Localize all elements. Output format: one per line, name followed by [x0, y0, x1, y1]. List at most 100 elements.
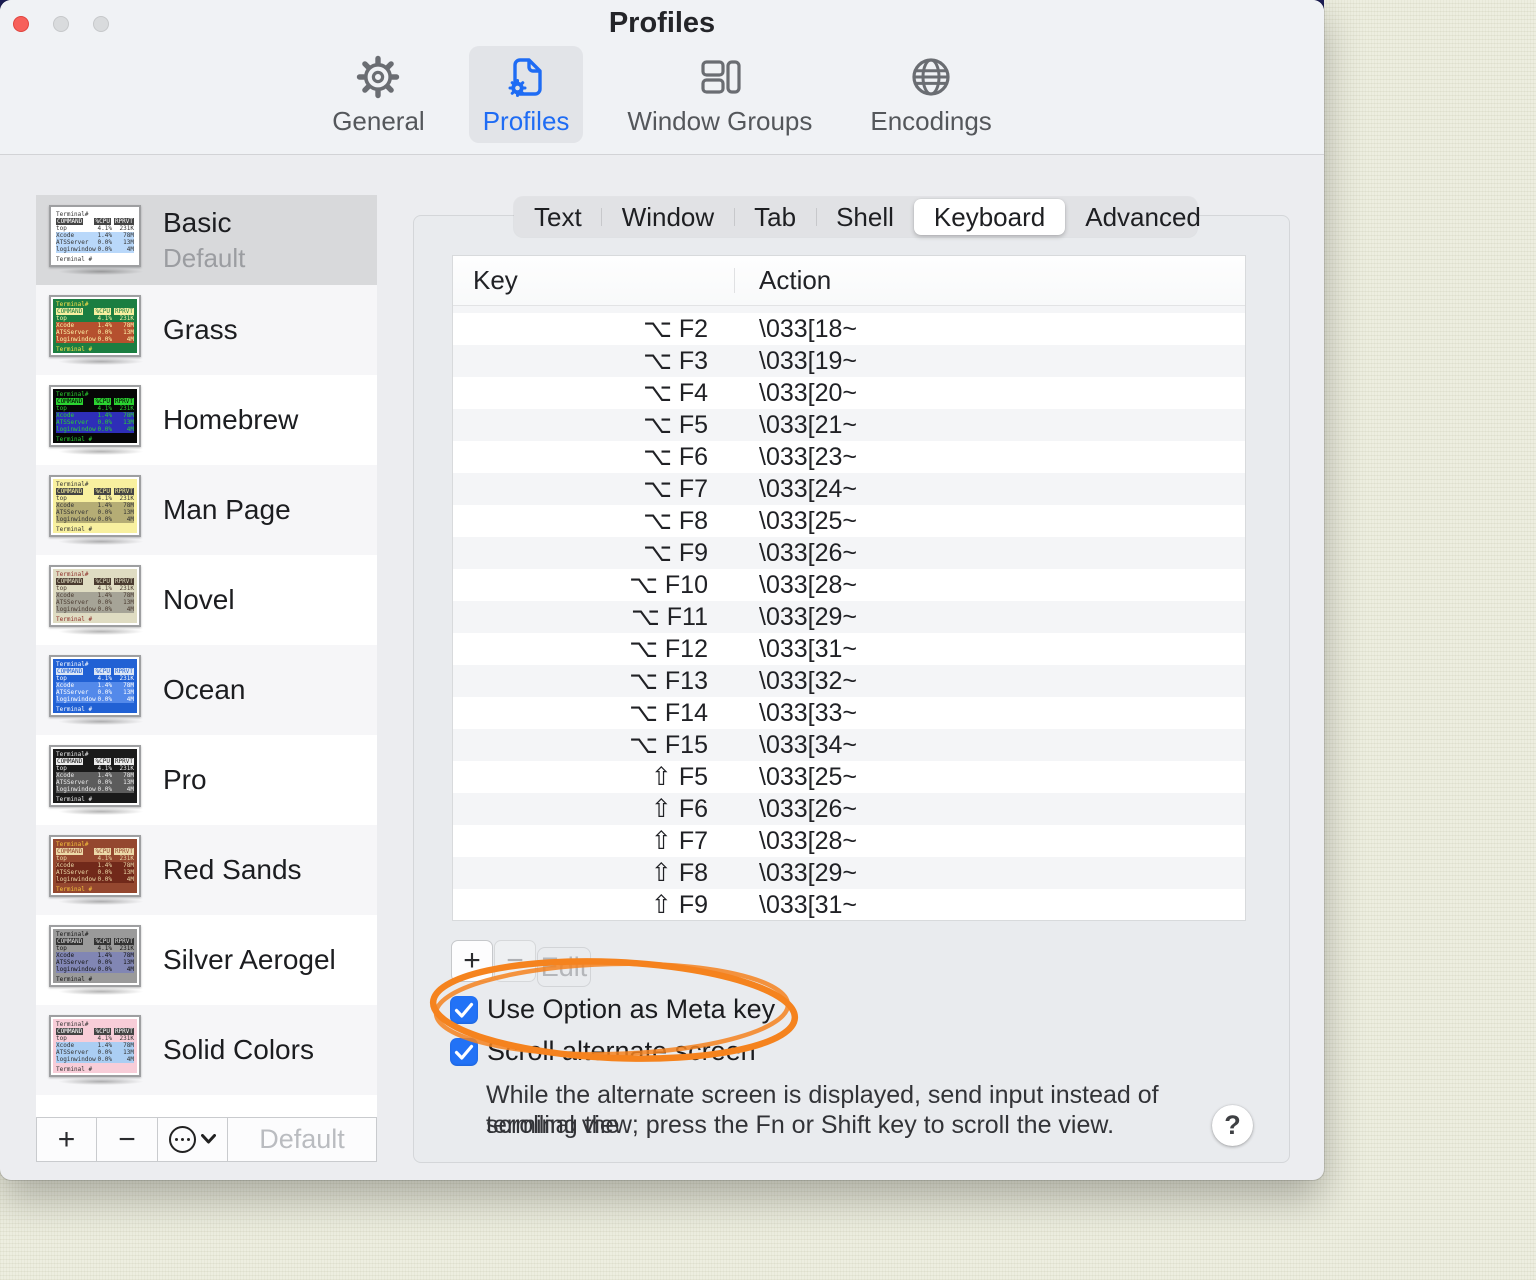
profile-list-item[interactable]: Terminal# COMMAND %CPU RPRVT top 4.1% 231K…: [36, 285, 377, 375]
add-binding-button[interactable]: +: [451, 940, 493, 982]
profile-list-item[interactable]: Terminal# COMMAND %CPU RPRVT top 4.1% 231K…: [36, 915, 377, 1005]
thumb-cell: 0.0%: [97, 336, 112, 343]
thumb-cell: 0.0%: [97, 786, 112, 793]
table-row[interactable]: ⌥ F4 \033[20~: [453, 377, 1245, 409]
minimize-button[interactable]: [53, 16, 69, 32]
profile-list-item[interactable]: Terminal# COMMAND %CPU RPRVT top 4.1% 231K…: [36, 555, 377, 645]
close-button[interactable]: [13, 16, 29, 32]
help-button[interactable]: ?: [1212, 1105, 1253, 1146]
thumbnail-shadow: [59, 268, 143, 275]
thumbnail-frame: Terminal# COMMAND %CPU RPRVT top 4.1% 231K…: [49, 745, 141, 807]
table-row[interactable]: ⌥ F7 \033[24~: [453, 473, 1245, 505]
thumbnail-shadow: [59, 358, 143, 365]
thumb-chip: %CPU: [94, 1028, 111, 1035]
table-row[interactable]: ⌥ F12 \033[31~: [453, 633, 1245, 665]
table-row[interactable]: ⌥ F8 \033[25~: [453, 505, 1245, 537]
thumb-row: ATSServer 0.0% 13M: [56, 779, 134, 786]
thumb-row: top 4.1% 231K: [56, 315, 134, 322]
toolbar-label: Encodings: [870, 106, 992, 136]
table-row[interactable]: ⇧ F5 \033[25~: [453, 761, 1245, 793]
profile-list-item[interactable]: Terminal# COMMAND %CPU RPRVT top 4.1% 231K…: [36, 195, 377, 285]
table-row[interactable]: ⌥ F13 \033[32~: [453, 665, 1245, 697]
table-row[interactable]: ⇧ F6 \033[26~: [453, 793, 1245, 825]
table-row[interactable]: ⌥ F11 \033[29~: [453, 601, 1245, 633]
remove-binding-button[interactable]: −: [494, 940, 536, 982]
edit-binding-button[interactable]: Edit: [537, 947, 591, 987]
tab-segment[interactable]: Shell: [815, 197, 914, 237]
table-row[interactable]: ⌥ F6 \033[23~: [453, 441, 1245, 473]
tab-segment[interactable]: Keyboard: [913, 199, 1066, 235]
tab-segment[interactable]: Window: [601, 197, 734, 237]
profile-labels: Ocean: [163, 674, 246, 706]
table-row[interactable]: ⌥ F14 \033[33~: [453, 697, 1245, 729]
tab-segment[interactable]: Advanced: [1065, 197, 1221, 237]
key-bindings-table[interactable]: Key Action ⌥ F2 \033[18~ ⌥ F3 \033[19~ ⌥…: [452, 255, 1246, 921]
action-column-header[interactable]: Action: [735, 265, 831, 296]
thumb-chip: RPRVT: [113, 578, 134, 585]
table-row[interactable]: ⌥ F10 \033[28~: [453, 569, 1245, 601]
remove-profile-button[interactable]: −: [97, 1118, 158, 1161]
table-row[interactable]: ⇧ F8 \033[29~: [453, 857, 1245, 889]
thumb-header-row: COMMAND %CPU RPRVT: [56, 578, 134, 585]
thumb-chip: COMMAND: [56, 848, 84, 855]
thumb-cell: top: [56, 675, 67, 682]
key-cell: ⌥ F7: [643, 475, 708, 503]
default-button[interactable]: Default: [228, 1118, 376, 1161]
profile-list-item[interactable]: Terminal# COMMAND %CPU RPRVT top 4.1% 231K…: [36, 645, 377, 735]
profile-action-menu-button[interactable]: [158, 1118, 228, 1161]
toolbar-item-window-groups[interactable]: Window Groups: [613, 46, 826, 143]
scroll-alternate-screen-checkbox[interactable]: [450, 1037, 478, 1066]
toolbar-item-general[interactable]: General: [318, 46, 439, 143]
thumbnail-screen: Terminal# COMMAND %CPU RPRVT top 4.1% 231K…: [53, 569, 137, 623]
key-column-header[interactable]: Key: [453, 256, 735, 305]
thumb-cell: 4M: [126, 606, 134, 613]
thumb-header-row: COMMAND %CPU RPRVT: [56, 668, 134, 675]
table-row[interactable]: ⌥ F15 \033[34~: [453, 729, 1245, 761]
zoom-button[interactable]: [93, 16, 109, 32]
profile-list-item[interactable]: Terminal# COMMAND %CPU RPRVT top 4.1% 231K…: [36, 1005, 377, 1095]
profile-labels: Solid Colors: [163, 1034, 314, 1066]
thumb-cell: 0.0%: [97, 426, 112, 433]
thumb-cell: 13M: [123, 959, 134, 966]
checkmark-icon: [454, 1044, 474, 1060]
key-cell: ⌥ F14: [629, 699, 708, 727]
description-line-2: terminal view; press the Fn or Shift key…: [486, 1111, 1115, 1139]
thumb-cell: loginwindow: [56, 696, 96, 703]
table-row[interactable]: ⌥ F2 \033[18~: [453, 313, 1245, 345]
thumb-cell: 4M: [126, 786, 134, 793]
thumb-cell: 1.4%: [97, 952, 112, 959]
thumb-cell: 4M: [126, 966, 134, 973]
thumb-cell: 1.4%: [97, 502, 112, 509]
action-cell: \033[29~: [759, 858, 858, 887]
thumb-cell: 231K: [119, 315, 134, 322]
thumb-cell: loginwindow: [56, 246, 96, 253]
profile-list-item[interactable]: Terminal# COMMAND %CPU RPRVT top 4.1% 231K…: [36, 825, 377, 915]
thumb-cell: 231K: [119, 945, 134, 952]
use-option-as-meta-checkbox[interactable]: [450, 995, 478, 1024]
thumb-cell: loginwindow: [56, 1056, 96, 1063]
profile-subtitle: Default: [163, 242, 246, 273]
tab-segment[interactable]: Tab: [733, 197, 816, 237]
profile-list-item[interactable]: Terminal# COMMAND %CPU RPRVT top 4.1% 231K…: [36, 465, 377, 555]
profile-list: Terminal# COMMAND %CPU RPRVT top 4.1% 231K…: [36, 195, 377, 1117]
table-row[interactable]: ⌥ F5 \033[21~: [453, 409, 1245, 441]
profile-list-item[interactable]: Terminal# COMMAND %CPU RPRVT top 4.1% 231K…: [36, 375, 377, 465]
key-cell: ⇧ F8: [650, 859, 708, 887]
toolbar-item-encodings[interactable]: Encodings: [856, 46, 1005, 143]
table-row[interactable]: ⌥ F3 \033[19~: [453, 345, 1245, 377]
thumb-row: Xcode 1.4% 78M: [56, 592, 134, 599]
thumb-cell: 1.4%: [97, 772, 112, 779]
table-row[interactable]: ⌥ F9 \033[26~: [453, 537, 1245, 569]
thumb-row: Xcode 1.4% 78M: [56, 1042, 134, 1049]
thumb-row: ATSServer 0.0% 13M: [56, 959, 134, 966]
tab-segment[interactable]: Text: [514, 197, 602, 237]
thumb-row: ATSServer 0.0% 13M: [56, 329, 134, 336]
table-row[interactable]: ⇧ F7 \033[28~: [453, 825, 1245, 857]
window-groups-icon: [697, 51, 743, 103]
table-row[interactable]: ⇧ F9 \033[31~: [453, 889, 1245, 920]
thumb-cell: 1.4%: [97, 682, 112, 689]
toolbar-item-profiles[interactable]: Profiles: [468, 46, 584, 143]
add-profile-button[interactable]: +: [37, 1118, 97, 1161]
thumb-prompt: Terminal #: [56, 436, 93, 443]
profile-list-item[interactable]: Terminal# COMMAND %CPU RPRVT top 4.1% 231K…: [36, 735, 377, 825]
